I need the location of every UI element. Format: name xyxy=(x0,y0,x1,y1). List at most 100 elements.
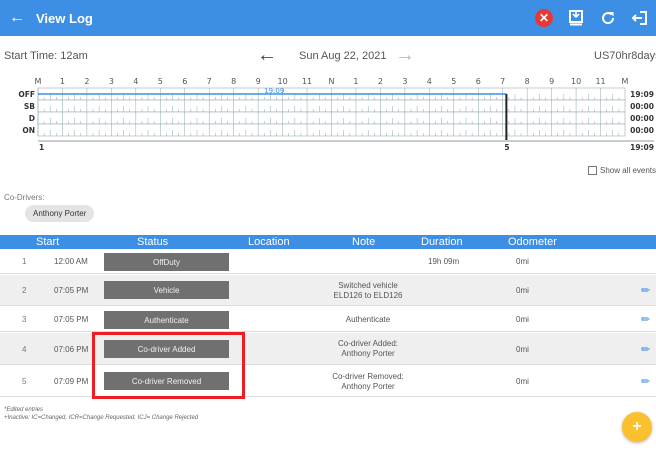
status-row-label: D xyxy=(29,114,35,123)
status-button[interactable]: Authenticate xyxy=(104,311,229,329)
status-row-total: 00:00 xyxy=(630,114,654,123)
row-duration: 19h 09m xyxy=(428,257,460,266)
row-note-line1: Co-driver Removed: xyxy=(332,371,404,381)
co-driver-chip: Anthony Porter xyxy=(25,205,95,222)
status-button[interactable]: Vehicle xyxy=(104,281,229,299)
table-row[interactable]: 2 07:05 PM Vehicle Switched vehicle ELD1… xyxy=(0,275,656,306)
hour-label: 6 xyxy=(182,77,187,86)
pencil-icon: ✏ xyxy=(641,314,651,326)
row-note-line1: Switched vehicle xyxy=(338,280,398,290)
table-row[interactable]: 1 12:00 AM OffDuty 19h 09m 0mi xyxy=(0,249,656,274)
refresh-button[interactable] xyxy=(592,0,624,36)
row-note-line2: Anthony Porter xyxy=(341,381,395,391)
next-day-button[interactable]: → xyxy=(395,44,415,67)
hour-label: 1 xyxy=(353,77,358,86)
table-row[interactable]: 3 07:05 PM Authenticate Authenticate 0mi… xyxy=(0,307,656,332)
logout-button[interactable] xyxy=(624,0,656,36)
hour-label: 7 xyxy=(500,77,505,86)
ruleset-label: US70hr8days xyxy=(594,50,656,62)
row-start-time: 07:09 PM xyxy=(54,377,89,386)
hour-label: 5 xyxy=(158,77,163,86)
show-all-events-label: Show all events xyxy=(600,166,656,175)
status-row-label: SB xyxy=(24,102,35,111)
row-start-time: 07:05 PM xyxy=(54,315,89,324)
pencil-icon: ✏ xyxy=(641,285,651,297)
edit-button[interactable]: ✏ xyxy=(641,307,650,332)
show-all-events-toggle[interactable]: Show all events xyxy=(588,166,656,175)
hour-label: 10 xyxy=(571,77,581,86)
row-note-line1: Co-driver Added: xyxy=(337,339,399,348)
show-all-events-checkbox[interactable] xyxy=(588,166,597,175)
edit-button[interactable]: ✏ xyxy=(641,366,650,397)
status-row-total: 00:00 xyxy=(630,126,654,135)
total-sum: 19:09 xyxy=(630,143,654,152)
hour-label: 11 xyxy=(302,77,312,86)
hour-label: 4 xyxy=(427,77,432,86)
export-icon xyxy=(569,10,583,26)
status-button[interactable]: OffDuty xyxy=(104,253,229,271)
add-event-button[interactable]: + xyxy=(622,412,652,442)
row-note xyxy=(318,249,418,274)
hour-label: 8 xyxy=(525,77,530,86)
row-note: Co-driver Added: Anthony Porter xyxy=(318,333,418,365)
event-flag-label: 19:09 xyxy=(264,87,284,95)
close-button[interactable]: ✕ xyxy=(528,0,560,36)
back-button[interactable]: ← xyxy=(0,0,34,36)
edit-button[interactable]: ✏ xyxy=(641,333,650,365)
row-number: 4 xyxy=(22,344,27,354)
status-row-total: 19:09 xyxy=(630,90,654,99)
app-bar-actions: ✕ xyxy=(528,0,656,36)
header-start: Start xyxy=(36,236,60,248)
header-duration: Duration xyxy=(421,236,463,248)
status-row-label: ON xyxy=(22,126,35,135)
edit-button[interactable]: ✏ xyxy=(641,275,650,306)
row-odometer: 0mi xyxy=(516,257,529,266)
status-row-total: 00:00 xyxy=(630,102,654,111)
row-note: Co-driver Removed: Anthony Porter xyxy=(318,366,418,397)
plus-icon: + xyxy=(632,418,642,435)
start-time-label: Start Time: 12am xyxy=(4,50,88,62)
row-start-time: 12:00 AM xyxy=(54,257,88,266)
hour-label: 1 xyxy=(60,77,65,86)
annotation-highlight-box xyxy=(92,332,245,399)
row-number: 5 xyxy=(22,377,27,386)
close-circle-icon: ✕ xyxy=(535,9,553,27)
hour-label: M xyxy=(622,77,629,86)
hour-label: 8 xyxy=(231,77,236,86)
hour-label: 4 xyxy=(133,77,138,86)
row-number: 2 xyxy=(22,286,27,295)
view-log-page: ← View Log ✕ Start Time: 12am ← Sun Aug … xyxy=(0,0,656,458)
previous-day-button[interactable]: ← xyxy=(257,44,277,67)
refresh-icon xyxy=(602,12,615,25)
row-number: 1 xyxy=(22,257,27,266)
pencil-icon: ✏ xyxy=(641,376,651,388)
hour-label: 3 xyxy=(402,77,407,86)
hour-label: 9 xyxy=(256,77,261,86)
hour-label: M xyxy=(35,77,42,86)
hour-label: 5 xyxy=(451,77,456,86)
hour-label: 10 xyxy=(277,77,287,86)
export-button[interactable] xyxy=(560,0,592,36)
hour-label: 6 xyxy=(476,77,481,86)
header-note: Note xyxy=(352,236,376,248)
hour-label: 2 xyxy=(378,77,383,86)
row-note-line1: Authenticate xyxy=(345,314,391,324)
row-note-line2: ELD126 to ELD126 xyxy=(333,290,403,300)
header-location: Location xyxy=(248,236,290,248)
hour-label: 11 xyxy=(595,77,605,86)
row-odometer: 0mi xyxy=(516,315,529,324)
row-start-time: 07:06 PM xyxy=(54,344,89,354)
hour-label: N xyxy=(329,77,335,86)
arrow-left-icon: ← xyxy=(9,9,25,26)
graph-right-marker: 5 xyxy=(504,143,509,152)
legend-inactive: +Inactive: IC=Changed, ICR=Change Reques… xyxy=(4,415,199,421)
log-graph: M 1 2 3 4 5 6 7 8 9 10 11 N 1 2 3 4 5 6 7 8 9 10 11 M OFF 19:09 SB 0… xyxy=(0,74,656,184)
status-row-label: OFF xyxy=(18,90,35,99)
log-table-header: Start Status Location Note Duration Odom… xyxy=(0,235,656,249)
header-status: Status xyxy=(137,236,169,248)
date-navigation: Start Time: 12am ← Sun Aug 22, 2021 → US… xyxy=(0,44,656,72)
row-odometer: 0mi xyxy=(516,286,529,295)
co-drivers-label: Co-Drivers: xyxy=(4,193,45,202)
log-date: Sun Aug 22, 2021 xyxy=(299,50,387,62)
graph-left-marker: 1 xyxy=(39,143,44,152)
